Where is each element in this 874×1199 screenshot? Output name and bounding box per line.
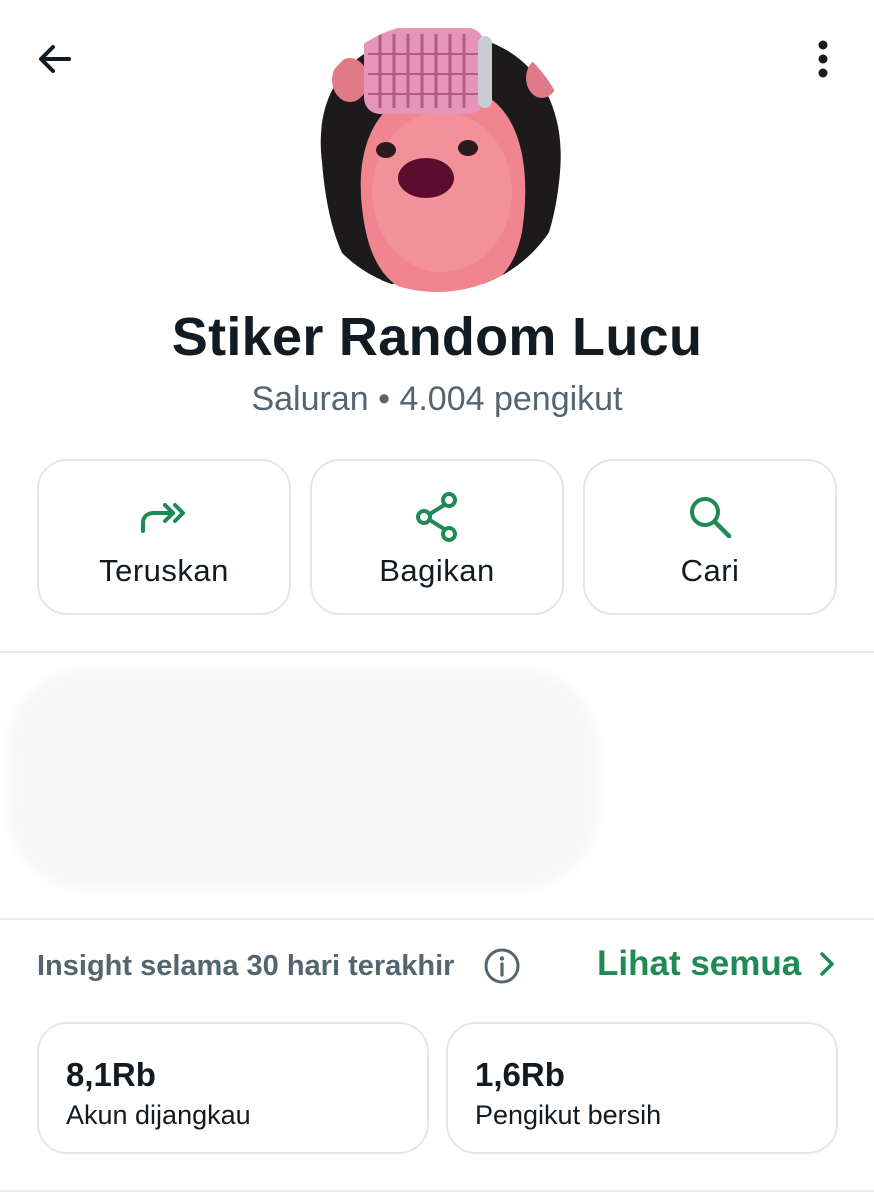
blurred-content — [8, 668, 598, 890]
section-divider — [0, 918, 874, 920]
search-button[interactable]: Cari — [583, 459, 837, 615]
insights-header: Insight selama 30 hari terakhir Lihat se… — [0, 936, 874, 996]
search-icon — [690, 497, 732, 539]
info-icon[interactable] — [482, 946, 522, 986]
channel-name: Stiker Random Lucu — [171, 307, 703, 367]
channel-avatar[interactable] — [302, 22, 572, 292]
forward-icon — [141, 503, 185, 533]
more-vertical-icon — [818, 40, 828, 78]
stat-card-net-followers[interactable]: 1,6Rb Pengikut bersih — [446, 1022, 838, 1154]
more-options-button[interactable] — [800, 34, 846, 84]
share-button[interactable]: Bagikan — [310, 459, 564, 615]
see-all-label: Lihat semua — [597, 944, 802, 983]
stat-card-accounts-reached[interactable]: 8,1Rb Akun dijangkau — [37, 1022, 429, 1154]
insights-label: Insight selama 30 hari terakhir — [37, 950, 455, 982]
stat-value: 1,6Rb — [475, 1056, 565, 1093]
search-label: Cari — [680, 553, 740, 588]
stat-caption: Pengikut bersih — [475, 1100, 662, 1130]
chevron-right-icon — [820, 952, 835, 976]
arrow-left-icon — [39, 45, 71, 73]
channel-subtitle: Saluran • 4.004 pengikut — [251, 380, 623, 418]
section-divider — [0, 1190, 874, 1192]
stat-value: 8,1Rb — [66, 1056, 156, 1093]
forward-button[interactable]: Teruskan — [37, 459, 291, 615]
share-label: Bagikan — [379, 553, 495, 588]
back-button[interactable] — [30, 34, 80, 84]
share-icon — [416, 492, 457, 542]
avatar-image — [302, 22, 572, 292]
see-all-link[interactable]: Lihat semua — [597, 944, 835, 984]
section-divider — [0, 651, 874, 653]
stat-caption: Akun dijangkau — [66, 1100, 251, 1130]
forward-label: Teruskan — [99, 553, 229, 588]
